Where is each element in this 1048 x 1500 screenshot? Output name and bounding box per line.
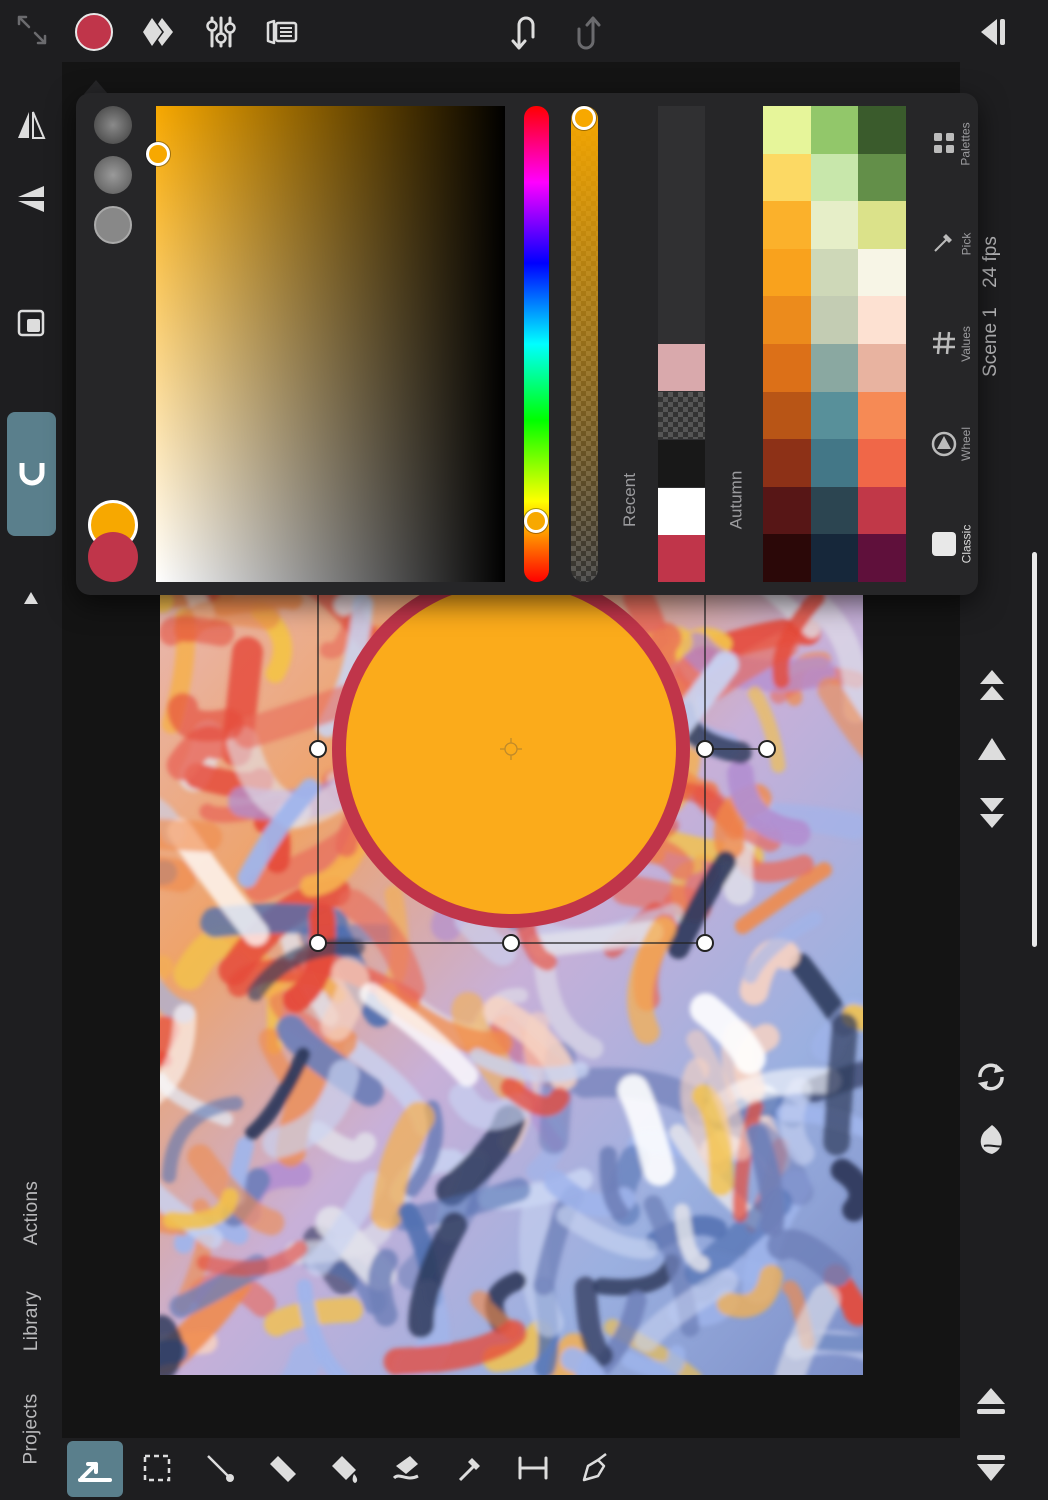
medium-brush-preset[interactable] xyxy=(94,156,132,194)
pick-tab-label: Pick xyxy=(958,232,973,256)
palette-swatch[interactable] xyxy=(810,106,859,154)
resize-handle-bottom-left[interactable] xyxy=(309,934,327,952)
palette-swatch[interactable] xyxy=(763,248,811,297)
palette-swatch[interactable] xyxy=(810,534,859,582)
saturation-value-square[interactable] xyxy=(156,106,505,582)
selection-tool-icon[interactable] xyxy=(142,1453,172,1488)
palette-swatch[interactable] xyxy=(810,201,859,249)
recent-color-swatch[interactable] xyxy=(658,488,705,535)
palette-swatch[interactable] xyxy=(810,153,859,202)
palette-swatch[interactable] xyxy=(858,296,906,344)
palette-grid xyxy=(763,106,906,582)
sv-picker-knob[interactable] xyxy=(146,142,170,166)
app-root: Actions Library Projects Scene 1 24 fps … xyxy=(0,0,1048,1500)
palette-swatch[interactable] xyxy=(858,439,906,487)
move-layer-down-icon[interactable] xyxy=(974,1452,1008,1489)
transform-tool-button[interactable] xyxy=(67,1441,123,1497)
resize-handle-left[interactable] xyxy=(309,740,327,758)
wheel-tab-label: Wheel xyxy=(958,426,973,462)
loop-icon[interactable] xyxy=(974,1060,1008,1099)
ruler-tool-icon[interactable] xyxy=(516,1452,550,1489)
palette-swatch[interactable] xyxy=(858,486,906,535)
palette-swatch[interactable] xyxy=(763,486,811,535)
eyedropper-tool-icon[interactable] xyxy=(454,1452,486,1491)
hue-slider-knob[interactable] xyxy=(524,509,548,533)
timeline-scrollbar[interactable] xyxy=(1032,552,1037,947)
move-layer-up-icon[interactable] xyxy=(974,1386,1008,1423)
recent-color-swatch[interactable] xyxy=(658,392,705,439)
palette-swatch[interactable] xyxy=(858,391,906,440)
resize-handle-right[interactable] xyxy=(696,740,714,758)
recent-color-swatch[interactable] xyxy=(658,344,705,391)
palette-swatch[interactable] xyxy=(858,248,906,297)
palette-name-label: Autumn xyxy=(726,470,745,530)
palette-swatch[interactable] xyxy=(763,106,811,154)
palette-swatch[interactable] xyxy=(858,153,906,202)
circle-shape-fill[interactable] xyxy=(346,584,676,914)
recent-label: Recent xyxy=(620,473,639,527)
pick-tab[interactable]: Pick xyxy=(914,208,974,308)
palette-swatch[interactable] xyxy=(810,296,859,344)
palette-swatch[interactable] xyxy=(763,534,811,582)
palette-swatch[interactable] xyxy=(810,391,859,440)
previous-color-swatch[interactable] xyxy=(88,532,138,582)
onion-up-icon[interactable] xyxy=(976,668,1008,711)
palette-swatch[interactable] xyxy=(763,296,811,344)
palette-swatch[interactable] xyxy=(763,439,811,487)
recent-color-swatch[interactable] xyxy=(658,440,705,487)
fill-tool-icon[interactable] xyxy=(328,1452,362,1491)
classic-tab[interactable]: Classic xyxy=(914,508,974,608)
palette-swatch[interactable] xyxy=(763,201,811,249)
resize-handle-bottom[interactable] xyxy=(502,934,520,952)
recent-color-swatch[interactable] xyxy=(658,535,705,582)
classic-tab-label: Classic xyxy=(958,524,973,564)
smudge-tool-icon[interactable] xyxy=(390,1452,424,1491)
palettes-tab-label: Palettes xyxy=(958,122,973,166)
hard-brush-preset[interactable] xyxy=(94,206,132,244)
palette-swatch[interactable] xyxy=(858,201,906,249)
palette-swatch[interactable] xyxy=(810,343,859,392)
eraser-tool-icon[interactable] xyxy=(266,1452,300,1491)
palette-swatch[interactable] xyxy=(763,153,811,202)
recent-colors xyxy=(658,106,705,582)
palette-swatch[interactable] xyxy=(810,248,859,297)
palette-swatch[interactable] xyxy=(810,486,859,535)
palette-swatch[interactable] xyxy=(810,439,859,487)
rotate-handle[interactable] xyxy=(758,740,776,758)
resize-handle-bottom-right[interactable] xyxy=(696,934,714,952)
transform-arrow-icon xyxy=(78,1462,112,1482)
brush-tool-icon[interactable] xyxy=(204,1452,236,1489)
popup-arrow xyxy=(84,80,108,94)
wheel-tab[interactable]: Wheel xyxy=(914,408,974,508)
pen-tool-icon[interactable] xyxy=(578,1452,612,1491)
palette-swatch[interactable] xyxy=(763,391,811,440)
onion-down-icon[interactable] xyxy=(976,794,1008,837)
palette-swatch[interactable] xyxy=(858,106,906,154)
previous-frame-icon[interactable] xyxy=(976,736,1008,767)
values-tab-label: Values xyxy=(959,326,973,362)
palette-swatch[interactable] xyxy=(858,343,906,392)
opacity-slider[interactable] xyxy=(571,106,598,582)
values-tab[interactable]: Values xyxy=(914,308,974,408)
palette-swatch[interactable] xyxy=(763,343,811,392)
opacity-slider-knob[interactable] xyxy=(572,106,596,130)
palette-swatch[interactable] xyxy=(858,534,906,582)
onion-skin-icon[interactable] xyxy=(974,1122,1010,1163)
bottom-toolbar xyxy=(62,1438,960,1500)
palettes-tab[interactable]: Palettes xyxy=(914,108,974,208)
soft-brush-preset[interactable] xyxy=(94,106,132,144)
